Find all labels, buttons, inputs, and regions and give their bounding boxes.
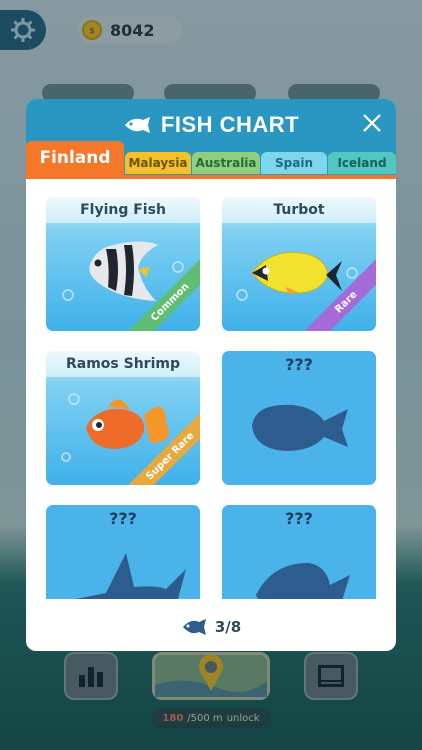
fish-chart-modal: FISH CHART Finland Malaysia Australia Sp… — [26, 99, 396, 651]
fish-card-flying-fish[interactable]: Flying Fish Common — [46, 197, 200, 331]
tab-australia[interactable]: Australia — [192, 152, 260, 174]
yellow-fish-icon — [236, 251, 358, 301]
tab-malaysia[interactable]: Malaysia — [125, 152, 191, 174]
fish-card-ramos-shrimp[interactable]: Ramos Shrimp Super Rare — [46, 351, 200, 485]
tab-finland[interactable]: Finland — [26, 141, 124, 175]
fish-card-locked[interactable]: ??? — [46, 505, 200, 599]
tab-iceland[interactable]: Iceland — [328, 152, 396, 174]
fish-card-locked[interactable]: ??? — [222, 505, 376, 599]
angelfish-icon — [62, 241, 184, 301]
fish-silhouette-icon — [252, 404, 348, 451]
marlin-silhouette-icon — [76, 553, 186, 599]
fish-grid: Flying Fish Common Turbot Rare Ramos Shr… — [26, 179, 396, 599]
tab-spain[interactable]: Spain — [261, 152, 327, 174]
fish-icon — [182, 619, 206, 635]
progress-count: 3/8 — [214, 618, 242, 636]
modal-title: FISH CHART — [160, 112, 300, 137]
goldfish-icon — [61, 393, 169, 462]
tang-silhouette-icon — [256, 563, 350, 599]
collection-progress: 3/8 — [26, 607, 396, 647]
fish-card-turbot[interactable]: Turbot Rare — [222, 197, 376, 331]
fish-card-locked[interactable]: ??? — [222, 351, 376, 485]
region-tabs: Finland Malaysia Australia Spain Iceland — [26, 141, 396, 175]
close-icon[interactable] — [360, 111, 384, 135]
fish-icon — [124, 117, 150, 133]
